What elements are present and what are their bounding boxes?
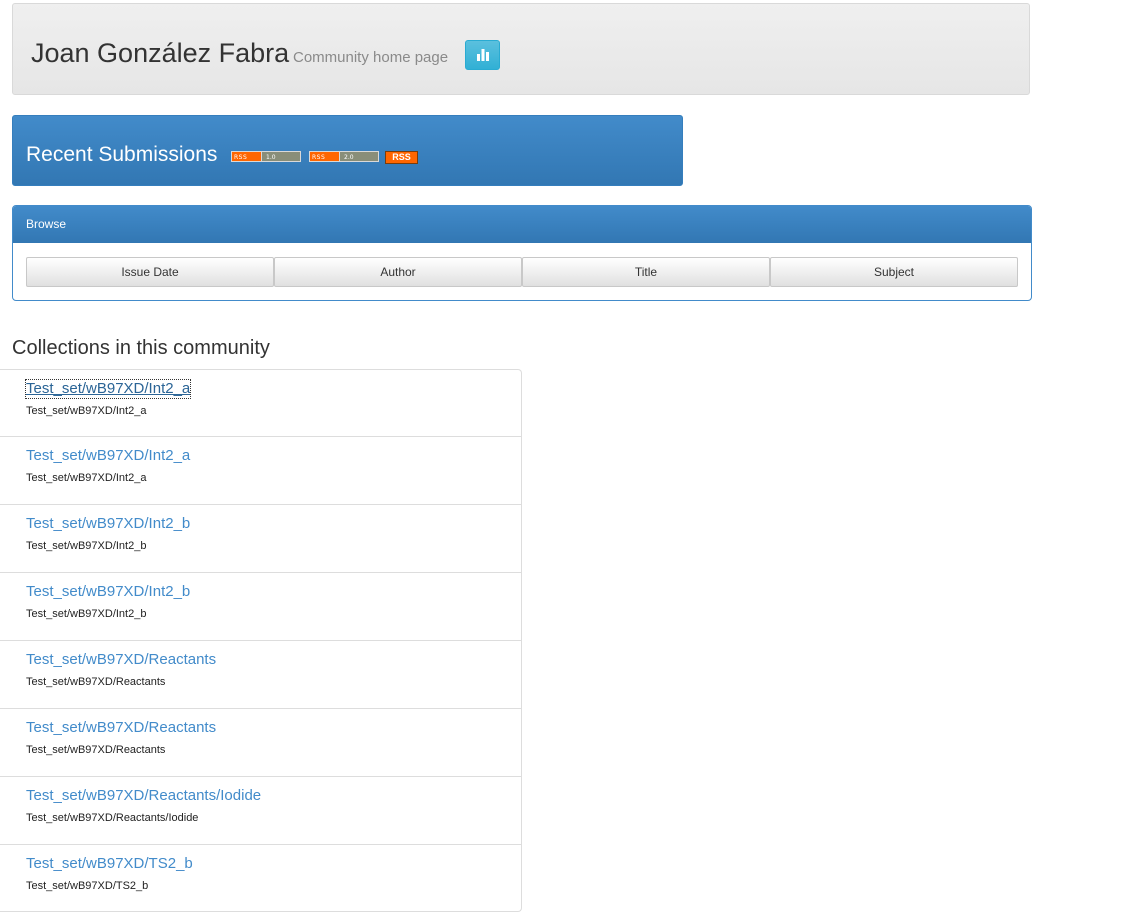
collection-description: Test_set/wB97XD/Reactants bbox=[26, 744, 166, 756]
collection-description: Test_set/wB97XD/Int2_b bbox=[26, 608, 147, 620]
rss-badge-version: 1.0 bbox=[261, 151, 301, 162]
community-title: Joan González Fabra bbox=[31, 38, 290, 68]
rss-badge-label: RSS bbox=[309, 151, 339, 162]
browse-panel: Browse Issue Date Author Title Subject bbox=[12, 205, 1032, 301]
collection-link[interactable]: Test_set/wB97XD/Int2_b bbox=[26, 515, 190, 533]
recent-submissions-title: Recent Submissions bbox=[26, 143, 218, 166]
rss-badge-version: 2.0 bbox=[339, 151, 379, 162]
collection-description: Test_set/wB97XD/Int2_a bbox=[26, 472, 147, 484]
collection-link[interactable]: Test_set/wB97XD/Int2_a bbox=[24, 379, 192, 399]
collections-list: Test_set/wB97XD/Int2_a Test_set/wB97XD/I… bbox=[0, 369, 522, 912]
collection-description: Test_set/wB97XD/Reactants/Iodide bbox=[26, 812, 199, 824]
browse-subject-button[interactable]: Subject bbox=[770, 257, 1018, 287]
rss-2-feed-link[interactable]: RSS 2.0 bbox=[309, 151, 379, 162]
collection-item: Test_set/wB97XD/Reactants Test_set/wB97X… bbox=[0, 641, 522, 709]
collection-description: Test_set/wB97XD/Int2_a bbox=[26, 405, 147, 417]
page: Joan González Fabra Community home page … bbox=[0, 0, 1146, 923]
browse-heading: Browse bbox=[13, 206, 1031, 243]
collection-item: Test_set/wB97XD/Reactants Test_set/wB97X… bbox=[0, 709, 522, 777]
community-header: Joan González Fabra Community home page bbox=[12, 3, 1030, 95]
collection-item: Test_set/wB97XD/Int2_b Test_set/wB97XD/I… bbox=[0, 573, 522, 641]
browse-button-group: Issue Date Author Title Subject bbox=[26, 257, 1018, 287]
community-subtitle: Community home page bbox=[293, 49, 449, 66]
collection-item: Test_set/wB97XD/Reactants/Iodide Test_se… bbox=[0, 777, 522, 845]
collection-link[interactable]: Test_set/wB97XD/Reactants/Iodide bbox=[26, 787, 261, 805]
collection-link[interactable]: Test_set/wB97XD/Reactants bbox=[26, 651, 216, 669]
collection-description: Test_set/wB97XD/Int2_b bbox=[26, 540, 147, 552]
collection-description: Test_set/wB97XD/Reactants bbox=[26, 676, 166, 688]
browse-issue-date-button[interactable]: Issue Date bbox=[26, 257, 274, 287]
browse-title-button[interactable]: Title bbox=[522, 257, 770, 287]
collection-item: Test_set/wB97XD/Int2_b Test_set/wB97XD/I… bbox=[0, 505, 522, 573]
collection-item: Test_set/wB97XD/Int2_a Test_set/wB97XD/I… bbox=[0, 437, 522, 505]
collection-link[interactable]: Test_set/wB97XD/Int2_b bbox=[26, 583, 190, 601]
collection-link[interactable]: Test_set/wB97XD/Reactants bbox=[26, 719, 216, 737]
collection-link[interactable]: Test_set/wB97XD/Int2_a bbox=[26, 447, 190, 465]
collection-item: Test_set/wB97XD/TS2_b Test_set/wB97XD/TS… bbox=[0, 845, 522, 912]
browse-author-button[interactable]: Author bbox=[274, 257, 522, 287]
statistics-button[interactable] bbox=[465, 40, 500, 70]
recent-submissions-panel: Recent Submissions RSS 1.0 RSS 2.0 RSS bbox=[12, 115, 683, 186]
bar-chart-icon bbox=[477, 49, 489, 61]
collection-description: Test_set/wB97XD/TS2_b bbox=[26, 880, 149, 892]
collections-heading: Collections in this community bbox=[12, 337, 270, 359]
rss-badge-label: RSS bbox=[231, 151, 261, 162]
rss-feed-link[interactable]: RSS bbox=[385, 151, 418, 164]
collection-link[interactable]: Test_set/wB97XD/TS2_b bbox=[26, 855, 193, 873]
rss-1-feed-link[interactable]: RSS 1.0 bbox=[231, 151, 301, 162]
collection-item: Test_set/wB97XD/Int2_a Test_set/wB97XD/I… bbox=[0, 369, 522, 437]
